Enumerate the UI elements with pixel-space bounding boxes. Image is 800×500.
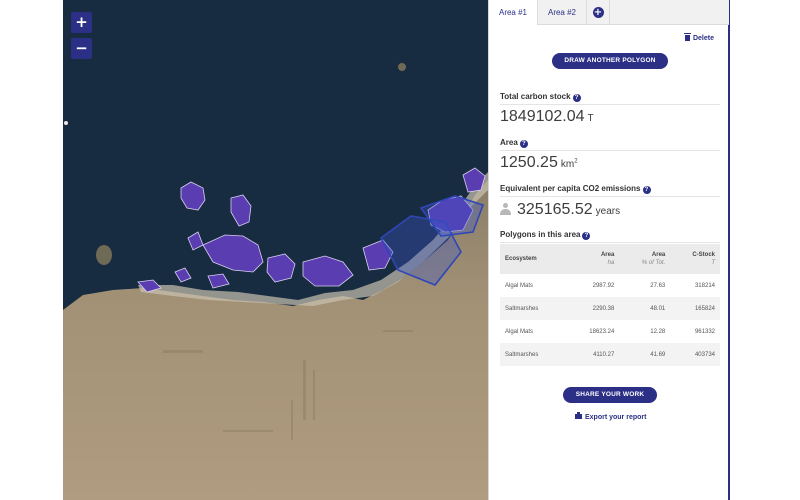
divider xyxy=(500,196,720,197)
table-row: Saltmarshes 2290.38 48.01 165824 xyxy=(500,297,720,320)
equivalent-label: Equivalent per capita CO2 emissions? xyxy=(500,184,651,194)
column-header-c-stock: C-Stock T xyxy=(670,244,720,274)
column-unit: ha xyxy=(607,260,615,266)
print-icon xyxy=(575,412,582,419)
cell-area-pct: 12.28 xyxy=(650,328,666,335)
cell-c-stock: 961332 xyxy=(694,328,715,335)
column-title: Area xyxy=(651,252,666,258)
column-unit: T xyxy=(711,260,715,266)
column-unit: % of Tot. xyxy=(641,260,666,266)
polygons-table: Ecosystem Area ha Area% of Tot. C-Stock T … xyxy=(500,244,720,366)
export-report-link[interactable]: Export your report xyxy=(575,412,647,421)
equivalent-value: 325165.52 years xyxy=(500,201,620,219)
column-header-area-ha: Area ha xyxy=(566,244,620,274)
column-title: Ecosystem xyxy=(505,256,537,262)
carbon-stock-unit: T xyxy=(587,113,594,124)
equivalent-unit: years xyxy=(595,206,621,217)
island xyxy=(398,63,406,71)
cell-area-ha: 18623.24 xyxy=(589,328,615,335)
zoom-in-button[interactable]: + xyxy=(71,12,92,33)
carbon-stock-label: Total carbon stock? xyxy=(500,92,581,102)
cell-ecosystem: Saltmarshes xyxy=(500,297,566,320)
equivalent-title: Equivalent per capita CO2 emissions xyxy=(500,184,641,193)
cell-ecosystem: Saltmarshes xyxy=(500,343,566,366)
area-unit-text: km xyxy=(560,159,575,170)
cell-c-stock: 403734 xyxy=(670,343,720,366)
equivalent-number: 325165.52 xyxy=(517,201,593,218)
divider xyxy=(500,104,720,105)
analysis-panel: Area #1 Area #2 + Delete DRAW ANOTHER PO… xyxy=(488,0,730,500)
tab-area-1[interactable]: Area #1 xyxy=(489,0,538,25)
carbon-stock-value: 1849102.04 T xyxy=(500,108,594,126)
add-area-tab[interactable]: + xyxy=(587,0,610,24)
island xyxy=(64,121,68,125)
cell-area-ha: 2987.92 xyxy=(592,282,615,289)
area-value: 1250.25 km2 xyxy=(500,154,578,172)
area-unit: km2 xyxy=(561,159,578,170)
trash-icon xyxy=(683,33,691,41)
person-icon xyxy=(500,203,511,215)
delete-label: Delete xyxy=(692,35,714,42)
export-label: Export your report xyxy=(585,414,647,421)
tab-area-2[interactable]: Area #2 xyxy=(538,0,587,24)
cell-c-stock: 165824 xyxy=(670,297,720,320)
table-row: Algal Mats 18623.24 12.28 961332 xyxy=(500,320,720,343)
cell-area-pct: 48.01 xyxy=(619,297,671,320)
cell-ecosystem: Algal Mats xyxy=(505,328,534,335)
column-title: Area xyxy=(600,252,615,258)
polygons-label: Polygons in this area? xyxy=(500,230,591,240)
table-row: Algal Mats 2987.92 27.63 318214 xyxy=(500,274,720,297)
cell-ecosystem: Algal Mats xyxy=(505,282,534,289)
island xyxy=(96,245,112,265)
area-unit-sup: 2 xyxy=(574,158,578,165)
area-title: Area xyxy=(500,138,518,147)
table-header-row: Ecosystem Area ha Area % of Tot. C-Stock T xyxy=(500,244,720,274)
cell-area-pct: 27.63 xyxy=(650,282,666,289)
help-icon[interactable]: ? xyxy=(519,140,528,148)
column-header-area-pct: Area % of Tot. xyxy=(619,244,671,274)
area-label: Area? xyxy=(500,138,528,148)
carbon-stock-title: Total carbon stock xyxy=(500,92,571,101)
polygons-title: Polygons in this area xyxy=(500,230,581,239)
plus-circle-icon: + xyxy=(592,7,604,18)
divider xyxy=(500,242,720,243)
zoom-out-button[interactable]: − xyxy=(71,38,92,59)
delete-button[interactable]: Delete xyxy=(683,33,714,42)
map-view[interactable]: + − xyxy=(63,0,488,500)
area-tabs: Area #1 Area #2 + xyxy=(489,0,729,25)
column-title: C-Stock xyxy=(692,252,715,258)
satellite-map xyxy=(63,0,488,500)
share-work-button[interactable]: SHARE YOUR WORK xyxy=(563,387,657,403)
cell-area-ha: 4110.27 xyxy=(566,343,620,366)
cell-area-ha: 2290.38 xyxy=(566,297,620,320)
carbon-stock-number: 1849102.04 xyxy=(500,108,585,125)
help-icon[interactable]: ? xyxy=(582,232,591,240)
cell-c-stock: 318214 xyxy=(694,282,715,289)
table-row: Saltmarshes 4110.27 41.69 403734 xyxy=(500,343,720,366)
cell-area-pct: 41.69 xyxy=(619,343,671,366)
column-header-ecosystem: Ecosystem xyxy=(500,244,566,274)
area-number: 1250.25 xyxy=(500,154,558,171)
help-icon[interactable]: ? xyxy=(642,186,651,194)
draw-polygon-button[interactable]: DRAW ANOTHER POLYGON xyxy=(552,53,668,69)
help-icon[interactable]: ? xyxy=(572,94,581,102)
divider xyxy=(500,150,720,151)
